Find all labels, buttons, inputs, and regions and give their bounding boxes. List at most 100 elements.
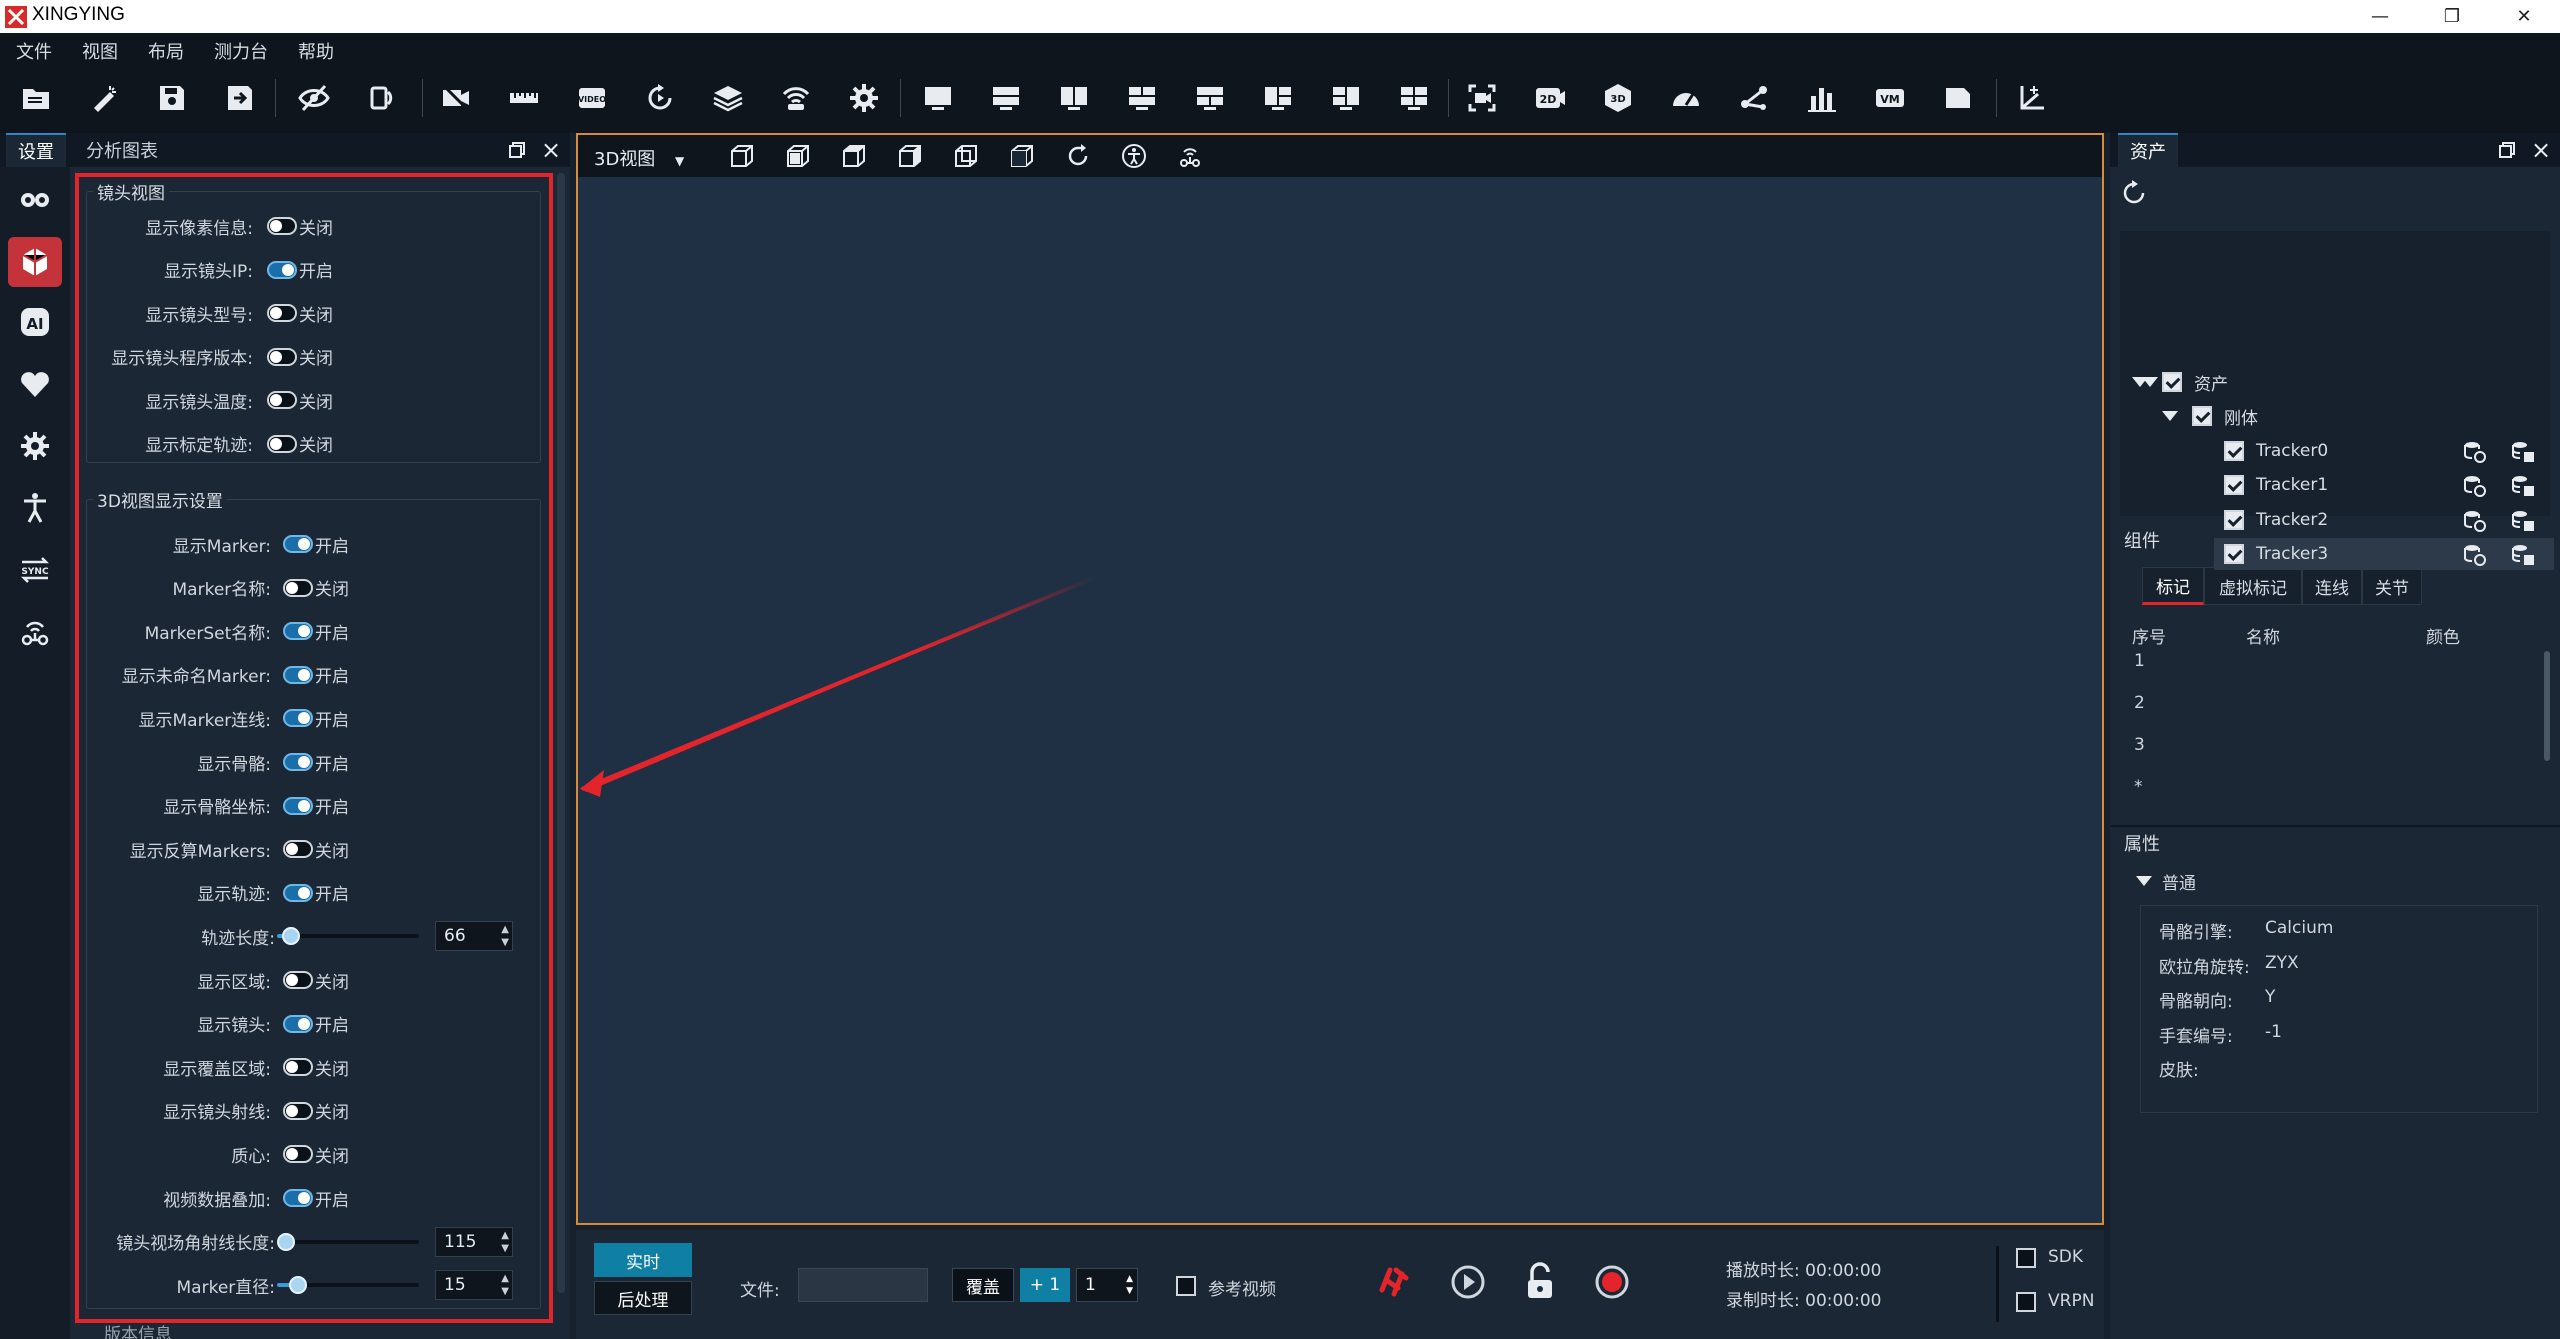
realtime-button[interactable]: 实时: [594, 1243, 692, 1277]
rigid-body-data-icon[interactable]: [2510, 439, 2536, 465]
tab-markers[interactable]: 标记: [2142, 567, 2204, 605]
overwrite-button[interactable]: 覆盖: [952, 1268, 1014, 1302]
take-number-spinner[interactable]: 1 ▲ ▼: [1076, 1268, 1138, 1302]
asset-checkbox[interactable]: [2224, 441, 2244, 461]
view-top-icon[interactable]: [838, 140, 870, 172]
lens-setting-0-toggle[interactable]: [267, 217, 297, 235]
view3d-setting-7-toggle[interactable]: [283, 840, 313, 859]
view3d-setting-b4-toggle[interactable]: [283, 1145, 313, 1164]
close-window-button[interactable]: ✕: [2494, 0, 2554, 33]
view-select[interactable]: 3D视图 ▼: [594, 145, 684, 171]
tab-analysis-chart[interactable]: 分析图表: [74, 133, 170, 167]
tree-item-tracker[interactable]: Tracker0: [2224, 436, 2328, 466]
camera-swap-icon[interactable]: [362, 78, 402, 118]
layers-icon[interactable]: [708, 78, 748, 118]
component-scrollbar[interactable]: [2544, 651, 2550, 761]
play-icon[interactable]: [1448, 1262, 1488, 1302]
ruler-icon[interactable]: [504, 78, 544, 118]
lens-setting-2-toggle[interactable]: [267, 304, 297, 322]
layout-two-cols-icon[interactable]: [1054, 78, 1094, 118]
slider-thumb[interactable]: [289, 1276, 308, 1295]
view-front-icon[interactable]: [726, 140, 758, 172]
menu-view[interactable]: 视图: [82, 38, 118, 64]
sync-icon[interactable]: SYNC: [8, 545, 62, 595]
property-value[interactable]: Y: [2265, 987, 2275, 1011]
camera-group-icon[interactable]: [8, 175, 62, 225]
reset-view-icon[interactable]: [1062, 140, 1094, 172]
tree-item-tracker[interactable]: Tracker3: [2224, 539, 2328, 569]
unlock-icon[interactable]: [1520, 1260, 1560, 1304]
property-value[interactable]: -1: [2265, 1022, 2282, 1046]
tree-group-rigid[interactable]: 刚体: [2162, 401, 2258, 431]
gear-icon[interactable]: [8, 421, 62, 471]
record-icon[interactable]: [1592, 1262, 1632, 1302]
lens-setting-4-toggle[interactable]: [267, 391, 297, 409]
tab-virtual-markers[interactable]: 虚拟标记: [2204, 567, 2302, 605]
marker-diameter-spinbox[interactable]: 15 ▲ ▼: [435, 1270, 513, 1301]
view3d-setting-2-toggle[interactable]: [283, 622, 313, 641]
view3d-setting-0-toggle[interactable]: [283, 535, 313, 553]
view-left-icon[interactable]: [950, 140, 982, 172]
camera-off-icon[interactable]: [436, 78, 476, 118]
rigid-body-data-icon[interactable]: [2510, 508, 2536, 534]
settings-icon[interactable]: [844, 78, 884, 118]
rigid-body-settings-icon[interactable]: [2462, 508, 2488, 534]
rigid-body-data-icon[interactable]: [2510, 473, 2536, 499]
document-icon[interactable]: [1938, 78, 1978, 118]
lens-setting-3-toggle[interactable]: [267, 347, 297, 366]
layout-grid-c-icon[interactable]: [1258, 78, 1298, 118]
tab-settings[interactable]: 设置: [6, 133, 66, 167]
restore-button[interactable]: ❐: [2422, 0, 2482, 33]
ai-icon[interactable]: AI: [8, 297, 62, 347]
file-input[interactable]: [798, 1268, 928, 1302]
float-panel-icon[interactable]: [504, 137, 530, 163]
postprocess-button[interactable]: 后处理: [594, 1281, 692, 1315]
view3d-setting-b5-toggle[interactable]: [283, 1189, 313, 1207]
rigid-body-settings-icon[interactable]: [2462, 439, 2488, 465]
table-row[interactable]: *: [2134, 777, 2143, 797]
router-view-icon[interactable]: [1174, 140, 1206, 172]
hide-eye-icon[interactable]: [294, 78, 334, 118]
layout-grid-e-icon[interactable]: [1394, 78, 1434, 118]
save-as-icon[interactable]: [220, 78, 260, 118]
rigid-body-data-icon[interactable]: [2510, 542, 2536, 568]
view3d-setting-4-toggle[interactable]: [283, 709, 313, 728]
view3d-setting-3-toggle[interactable]: [283, 665, 313, 684]
human-info-icon[interactable]: [1118, 140, 1150, 172]
2d-icon[interactable]: 2D: [1530, 78, 1570, 118]
refresh-icon[interactable]: [640, 78, 680, 118]
view3d-setting-b2-toggle[interactable]: [283, 1058, 313, 1077]
refresh-icon[interactable]: [2120, 179, 2148, 207]
fov-ray-length-slider[interactable]: [277, 1232, 419, 1251]
expand-arrow-icon[interactable]: [2136, 876, 2152, 886]
axis-icon[interactable]: [2012, 78, 2052, 118]
menu-file[interactable]: 文件: [16, 38, 52, 64]
asset-checkbox[interactable]: [2224, 475, 2244, 496]
left-scrollbar[interactable]: [557, 173, 565, 1293]
close-panel-icon[interactable]: ×: [2528, 136, 2554, 164]
rigid-body-settings-icon[interactable]: [2462, 473, 2488, 499]
layout-grid-b-icon[interactable]: [1190, 78, 1230, 118]
view-side-icon[interactable]: [782, 140, 814, 172]
vm-icon[interactable]: VM: [1870, 78, 1910, 118]
bar-chart-icon[interactable]: [1802, 78, 1842, 118]
share-icon[interactable]: [1734, 78, 1774, 118]
table-row[interactable]: 1: [2134, 651, 2145, 671]
view3d-setting-6-toggle[interactable]: [283, 796, 313, 815]
view3d-setting-5-toggle[interactable]: [283, 753, 313, 771]
expand-arrow-icon[interactable]: [2162, 411, 2178, 421]
fov-ray-length-spinbox[interactable]: 115 ▲ ▼: [435, 1226, 513, 1257]
view-back-icon[interactable]: [894, 140, 926, 172]
sdk-checkbox[interactable]: [2016, 1248, 2036, 1268]
vrpn-checkbox[interactable]: [2016, 1292, 2036, 1312]
tree-item-tracker[interactable]: Tracker1: [2224, 470, 2328, 500]
view3d-setting-b0-toggle[interactable]: [283, 971, 313, 989]
router-icon[interactable]: [8, 607, 62, 657]
tab-assets[interactable]: 资产: [2118, 133, 2178, 167]
table-row[interactable]: 2: [2134, 693, 2145, 713]
slider-thumb[interactable]: [277, 1232, 295, 1251]
gauge-icon[interactable]: [1666, 78, 1706, 118]
table-row[interactable]: 3: [2134, 735, 2145, 755]
asset-checkbox[interactable]: [2224, 543, 2244, 564]
minimize-button[interactable]: —: [2350, 0, 2410, 33]
